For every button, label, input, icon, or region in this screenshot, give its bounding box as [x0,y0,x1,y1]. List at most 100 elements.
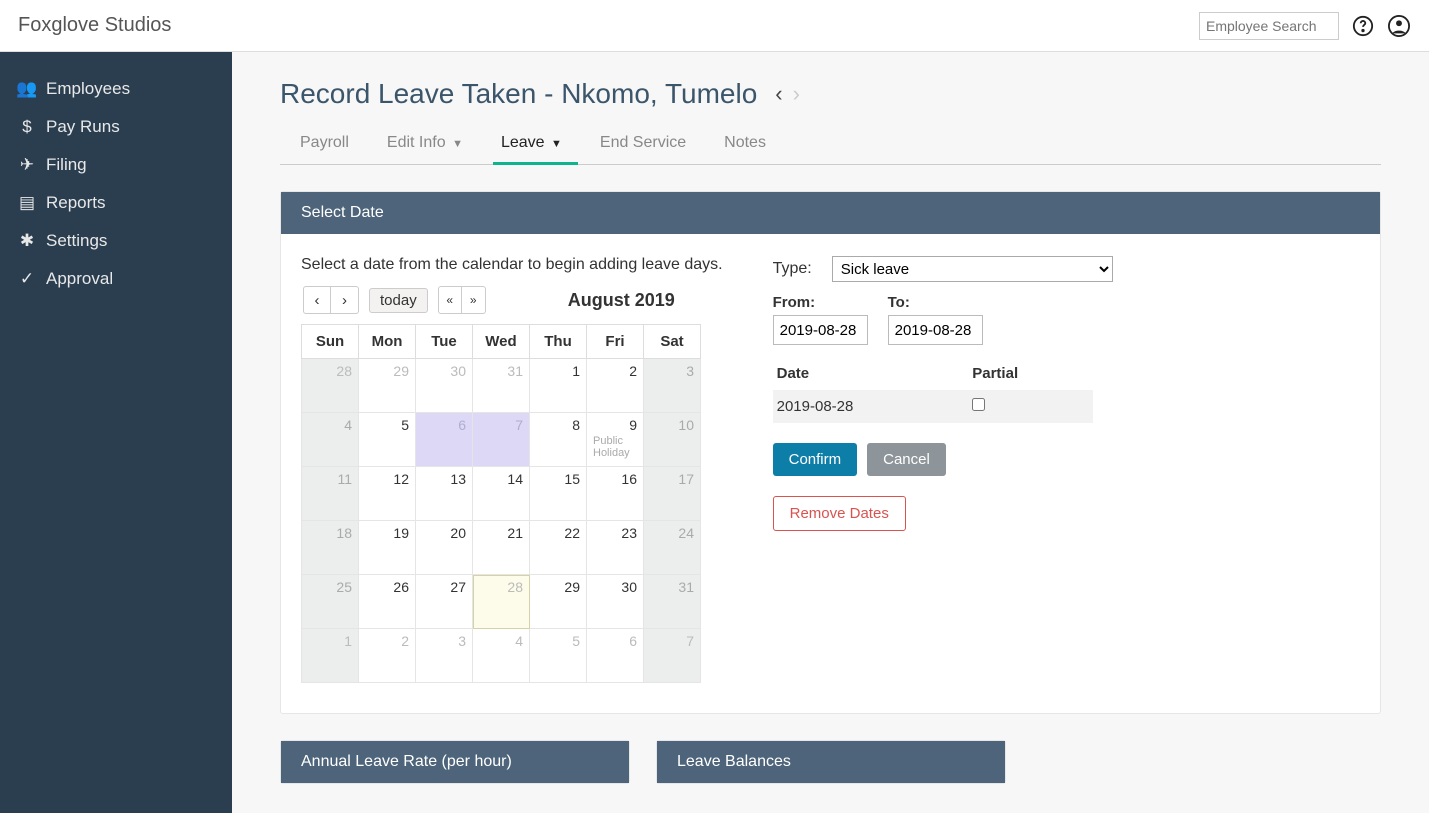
calendar-day[interactable]: 2 [587,359,644,413]
calendar-day[interactable]: 4 [302,413,359,467]
calendar-dow: Tue [416,325,473,359]
from-date-input[interactable] [773,315,868,345]
calendar-day[interactable]: 6 [587,629,644,683]
tab-payroll[interactable]: Payroll [296,124,353,164]
calendar-day[interactable]: 28 [302,359,359,413]
to-date-input[interactable] [888,315,983,345]
to-label: To: [888,294,983,311]
calendar-day[interactable]: 6 [416,413,473,467]
calendar-dow: Mon [359,325,416,359]
calendar-day[interactable]: 26 [359,575,416,629]
dollar-icon: $ [18,117,36,137]
calendar-day[interactable]: 31 [473,359,530,413]
calendar-day[interactable]: 29 [359,359,416,413]
tab-end-service[interactable]: End Service [596,124,690,164]
calendar-day[interactable]: 1 [302,629,359,683]
cal-prev-year-icon[interactable]: « [438,286,462,314]
calendar-day[interactable]: 29 [530,575,587,629]
remove-dates-button[interactable]: Remove Dates [773,496,906,531]
sidebar-item-label: Filing [46,155,87,175]
calendar-day[interactable]: 23 [587,521,644,575]
date-partial-table: Date Partial 2019-08-28 [773,357,1093,423]
sidebar-item-settings[interactable]: ✱ Settings [0,222,232,260]
calendar-day[interactable]: 11 [302,467,359,521]
calendar-day[interactable]: 2 [359,629,416,683]
calendar-day[interactable]: 18 [302,521,359,575]
cal-next-month-icon[interactable]: › [331,286,359,314]
help-icon[interactable] [1351,14,1375,38]
calendar-title: August 2019 [568,290,675,311]
topbar: Foxglove Studios [0,0,1429,52]
calendar-day[interactable]: 9Public Holiday [587,413,644,467]
confirm-button[interactable]: Confirm [773,443,858,476]
row-date: 2019-08-28 [773,390,969,423]
sidebar-item-filing[interactable]: ✈ Filing [0,146,232,184]
calendar-day[interactable]: 12 [359,467,416,521]
cal-today-button[interactable]: today [369,288,428,313]
gear-icon: ✱ [18,231,36,251]
calendar-day[interactable]: 16 [587,467,644,521]
leave-type-select[interactable]: Sick leave [832,256,1113,282]
sidebar-item-label: Reports [46,193,106,213]
calendar-day[interactable]: 1 [530,359,587,413]
cal-next-year-icon[interactable]: » [462,286,486,314]
calendar-day[interactable]: 5 [359,413,416,467]
calendar-dow: Thu [530,325,587,359]
prev-record-icon[interactable]: ‹ [775,81,782,107]
page-title: Record Leave Taken - Nkomo, Tumelo [280,78,757,110]
cancel-button[interactable]: Cancel [867,443,946,476]
tab-bar: Payroll Edit Info ▼ Leave ▼ End Service … [280,124,1381,165]
main-content: Record Leave Taken - Nkomo, Tumelo ‹ › P… [232,52,1429,813]
calendar-day[interactable]: 27 [416,575,473,629]
sidebar-item-employees[interactable]: 👥 Employees [0,70,232,108]
tab-edit-info[interactable]: Edit Info ▼ [383,124,467,164]
calendar-day[interactable]: 20 [416,521,473,575]
tab-notes[interactable]: Notes [720,124,770,164]
calendar-day[interactable]: 3 [644,359,701,413]
calendar-day[interactable]: 30 [416,359,473,413]
calendar-day[interactable]: 10 [644,413,701,467]
cal-prev-month-icon[interactable]: ‹ [303,286,331,314]
calendar-day[interactable]: 31 [644,575,701,629]
sidebar-item-pay-runs[interactable]: $ Pay Runs [0,108,232,146]
select-date-panel: Select Date Select a date from the calen… [280,191,1381,714]
calendar-day[interactable]: 5 [530,629,587,683]
employees-icon: 👥 [18,79,36,99]
partial-checkbox[interactable] [972,398,985,411]
sidebar-item-reports[interactable]: ▤ Reports [0,184,232,222]
calendar-day[interactable]: 14 [473,467,530,521]
col-partial: Partial [968,357,1092,390]
sidebar-item-label: Approval [46,269,113,289]
calendar-day[interactable]: 3 [416,629,473,683]
calendar-day[interactable]: 17 [644,467,701,521]
calendar-day[interactable]: 8 [530,413,587,467]
calendar-day[interactable]: 28 [473,575,530,629]
employee-search-input[interactable] [1199,12,1339,40]
tab-edit-info-label: Edit Info [387,134,446,151]
calendar-day[interactable]: 7 [644,629,701,683]
calendar-day[interactable]: 19 [359,521,416,575]
tab-leave-label: Leave [501,134,545,151]
calendar-day[interactable]: 15 [530,467,587,521]
calendar-day[interactable]: 21 [473,521,530,575]
calendar-day[interactable]: 25 [302,575,359,629]
calendar-day[interactable]: 30 [587,575,644,629]
sidebar: 👥 Employees $ Pay Runs ✈ Filing ▤ Report… [0,52,232,813]
calendar-instruction: Select a date from the calendar to begin… [301,256,723,274]
calendar-dow: Wed [473,325,530,359]
next-record-icon: › [793,81,800,107]
calendar-day[interactable]: 4 [473,629,530,683]
leave-form: Type: Sick leave From: To: [773,256,1113,683]
calendar-day[interactable]: 22 [530,521,587,575]
annual-leave-rate-panel: Annual Leave Rate (per hour) [280,740,630,784]
calendar-dow: Sun [302,325,359,359]
profile-icon[interactable] [1387,14,1411,38]
calendar-day[interactable]: 7 [473,413,530,467]
sidebar-item-approval[interactable]: ✓ Approval [0,260,232,298]
tab-leave[interactable]: Leave ▼ [497,124,566,164]
chevron-down-icon: ▼ [551,138,562,150]
calendar-day[interactable]: 24 [644,521,701,575]
check-icon: ✓ [18,269,36,289]
calendar-day[interactable]: 13 [416,467,473,521]
sidebar-item-label: Employees [46,79,130,99]
